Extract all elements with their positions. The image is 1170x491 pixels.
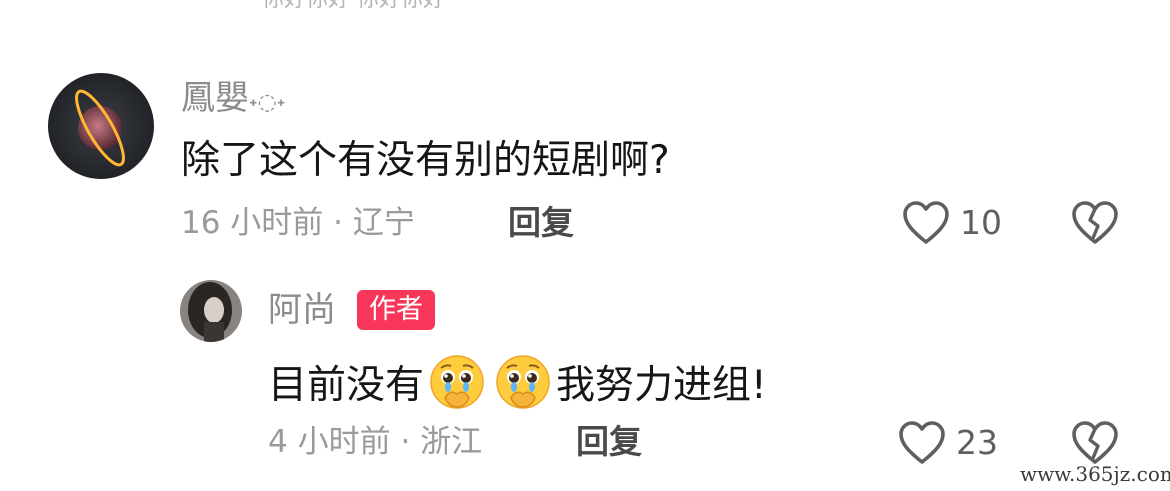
comment-time: 16 小时前 [181,205,324,241]
watermark: www.365jz.com [1020,462,1170,486]
comment-item: 鳳嬰˖◌˖ 除了这个有没有别的短剧啊? 16 小时前 · 辽宁 回复 10 [0,60,1170,260]
top-cropped-text: 你好你好 你好你好 [262,0,502,12]
reply-button[interactable]: 回复 [576,423,642,461]
reply-username[interactable]: 阿尚 [268,290,336,330]
like-button[interactable]: 23 [898,418,1008,468]
username-suffix: ˖◌˖ [249,90,286,115]
author-badge: 作者 [357,290,435,330]
reply-text: 目前没有 我努力进组! [268,353,767,422]
heart-icon [903,201,949,244]
avatar[interactable] [180,280,242,342]
pleading-face-icon [428,353,486,422]
reply-text-after: 我努力进组! [556,363,767,408]
like-button[interactable]: 10 [902,198,1012,248]
reply-text-before: 目前没有 [268,363,425,408]
username-text: 鳳嬰 [181,78,249,118]
reply-location: 浙江 [420,424,483,460]
like-count: 10 [960,203,1002,242]
comment-location: 辽宁 [352,205,415,241]
meta-separator: · [400,424,411,460]
comment-meta: 16 小时前 · 辽宁 [181,204,415,242]
comment-username[interactable]: 鳳嬰˖◌˖ [181,78,285,123]
dislike-heart-icon[interactable] [1071,200,1119,246]
reply-item: 阿尚 作者 目前没有 我努力进组! 4 小时前 · 浙江 回复 23 [0,275,1170,475]
like-count: 23 [956,423,998,462]
reply-meta: 4 小时前 · 浙江 [268,423,482,461]
pleading-face-icon [494,353,552,422]
comment-text: 除了这个有没有别的短剧啊? [181,138,670,183]
reply-time: 4 小时前 [268,424,391,460]
reply-button[interactable]: 回复 [508,204,574,242]
meta-separator: · [333,205,344,241]
heart-icon [899,421,945,464]
dislike-heart-icon[interactable] [1071,420,1119,466]
avatar[interactable] [48,73,154,179]
